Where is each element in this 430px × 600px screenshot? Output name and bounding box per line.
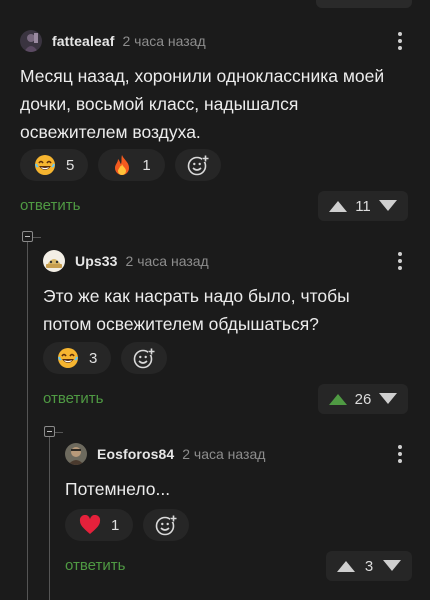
author-name[interactable]: Ups33 xyxy=(75,253,118,269)
comment-text-line: освежителем воздуха. xyxy=(20,122,201,142)
upvote-icon[interactable] xyxy=(328,199,348,213)
thread-line xyxy=(49,437,50,600)
upvote-icon[interactable] xyxy=(336,559,356,573)
rating-value: 3 xyxy=(364,557,374,575)
avatar[interactable] xyxy=(43,250,65,272)
collapse-thread-button[interactable] xyxy=(22,231,33,242)
reply-link[interactable]: ответить xyxy=(43,390,103,407)
rating-value: 11 xyxy=(355,197,371,215)
reaction-laughing[interactable]: 5 xyxy=(20,149,89,181)
avatar[interactable] xyxy=(65,443,87,465)
more-options-icon[interactable] xyxy=(390,29,410,53)
comment-text-line: Потемнело... xyxy=(65,479,171,499)
reactions-bar: 5 1 xyxy=(20,149,221,181)
add-emoji-icon xyxy=(134,348,156,369)
comment-text-line: дочки, восьмой класс, надышался xyxy=(20,94,299,114)
laughing-emoji-icon xyxy=(58,348,78,368)
reply-link[interactable]: ответить xyxy=(65,557,125,574)
reaction-laughing[interactable]: 3 xyxy=(43,342,112,374)
comment-text-line: Это же как насрать надо было, чтобы xyxy=(43,286,350,306)
thread-connector xyxy=(55,432,63,433)
avatar[interactable] xyxy=(20,30,42,52)
comment-time: 2 часа назад xyxy=(125,253,209,269)
comment-text: Потемнело... xyxy=(65,475,415,503)
comment-time: 2 часа назад xyxy=(122,33,206,49)
thread-connector xyxy=(33,237,41,238)
reaction-fire[interactable]: 1 xyxy=(98,149,165,181)
laughing-emoji-icon xyxy=(35,155,55,175)
add-reaction-button[interactable] xyxy=(174,149,221,181)
reply-link[interactable]: ответить xyxy=(20,197,80,214)
add-reaction-button[interactable] xyxy=(143,509,190,541)
heart-icon xyxy=(79,515,101,534)
comment-header: Eosforos84 2 часа назад xyxy=(65,442,265,466)
downvote-icon[interactable] xyxy=(382,559,402,573)
add-emoji-icon xyxy=(187,155,209,176)
comment-text-line: Месяц назад, хоронили одноклассника моей xyxy=(20,66,385,86)
downvote-icon[interactable] xyxy=(378,199,398,213)
comment-text: Это же как насрать надо было, чтобы пото… xyxy=(43,282,415,338)
add-emoji-icon xyxy=(156,515,178,536)
author-name[interactable]: Eosforos84 xyxy=(97,446,174,462)
thread-line xyxy=(27,242,28,600)
comment-header: fattealeaf 2 часа назад xyxy=(20,29,206,53)
comment-text-line: потом освежителем обдышаться? xyxy=(43,314,319,334)
rating-value: 26 xyxy=(354,390,372,408)
more-options-icon[interactable] xyxy=(390,442,410,466)
comment-time: 2 часа назад xyxy=(182,446,266,462)
upvote-icon[interactable] xyxy=(328,392,348,406)
author-name[interactable]: fattealeaf xyxy=(52,33,114,49)
reaction-count: 5 xyxy=(66,156,75,174)
reaction-heart[interactable]: 1 xyxy=(65,509,134,541)
vote-panel: 11 xyxy=(318,191,408,221)
add-reaction-button[interactable] xyxy=(121,342,168,374)
vote-panel: 26 xyxy=(318,384,408,414)
collapse-thread-button[interactable] xyxy=(44,426,55,437)
fire-icon xyxy=(115,155,130,175)
comment-header: Ups33 2 часа назад xyxy=(43,249,209,273)
reaction-count: 1 xyxy=(142,156,151,174)
downvote-icon[interactable] xyxy=(378,392,398,406)
previous-vote-panel-edge xyxy=(316,0,412,8)
reaction-count: 3 xyxy=(89,349,98,367)
vote-panel: 3 xyxy=(326,551,412,581)
more-options-icon[interactable] xyxy=(390,249,410,273)
reactions-bar: 3 xyxy=(43,342,168,374)
reaction-count: 1 xyxy=(111,516,120,534)
reactions-bar: 1 xyxy=(65,509,190,541)
comment-text: Месяц назад, хоронили одноклассника моей… xyxy=(20,62,415,146)
